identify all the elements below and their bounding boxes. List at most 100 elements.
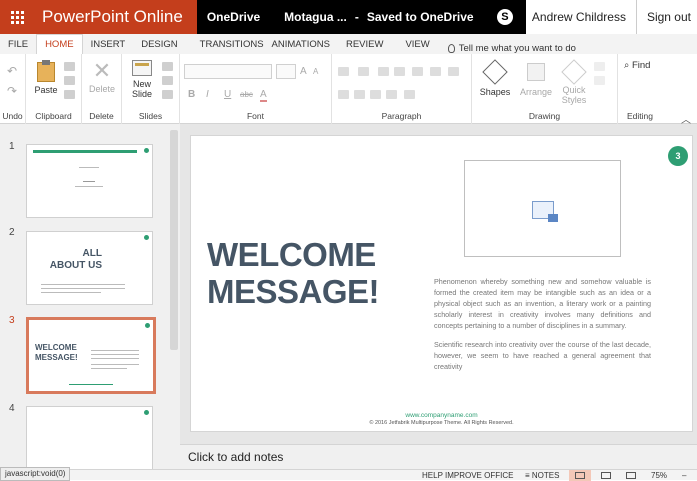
thumbnail-text-line [91, 358, 139, 359]
align-right-icon[interactable] [370, 90, 381, 99]
tell-me-text: Tell me what you want to do [458, 43, 576, 54]
align-center-icon[interactable] [354, 90, 365, 99]
align-left-icon[interactable] [338, 90, 349, 99]
font-color-button[interactable]: A [260, 89, 267, 102]
text-direction-icon[interactable] [412, 67, 423, 76]
paste-label: Paste [34, 85, 58, 95]
grow-font-icon[interactable]: A [300, 66, 307, 77]
sign-out-link[interactable]: Sign out [637, 10, 697, 24]
new-slide-button[interactable]: New Slide [126, 60, 158, 99]
justify-icon[interactable] [386, 90, 397, 99]
cut-icon[interactable] [64, 62, 75, 71]
font-size-dropdown[interactable] [276, 64, 296, 79]
undo-group-label: Undo [2, 111, 23, 121]
slide-thumbnail-4[interactable] [26, 406, 153, 469]
slide-thumbnail-1[interactable] [26, 144, 153, 218]
font-name-dropdown[interactable] [184, 64, 272, 79]
hide-slide-icon[interactable] [162, 90, 173, 99]
notes-icon: ≡ [525, 471, 530, 480]
tab-design[interactable]: DESIGN [133, 34, 185, 54]
bold-button[interactable]: B [188, 89, 195, 100]
decrease-indent-icon[interactable] [378, 67, 389, 76]
app-name[interactable]: PowerPoint Online [34, 0, 197, 34]
user-name[interactable]: Andrew Childress [526, 0, 637, 34]
slide-title[interactable]: WELCOME MESSAGE! [207, 236, 407, 310]
thumbnail-badge [144, 410, 149, 415]
thumbnail-number: 2 [9, 227, 15, 238]
breadcrumb-onedrive[interactable]: OneDrive [197, 10, 260, 24]
italic-button[interactable]: I [206, 89, 209, 100]
align-text-icon[interactable] [430, 67, 441, 76]
paste-button[interactable]: Paste [32, 60, 60, 95]
thumbnail-number: 4 [9, 403, 15, 414]
duplicate-slide-icon[interactable] [162, 76, 173, 85]
shrink-font-icon[interactable]: A [313, 67, 318, 76]
thumbnail-title: WELCOME MESSAGE! [35, 343, 78, 362]
normal-view-button[interactable] [569, 470, 591, 481]
shape-outline-icon[interactable] [594, 76, 605, 85]
tab-home[interactable]: HOME [36, 34, 83, 54]
quick-styles-label-2: Styles [561, 95, 587, 105]
shapes-icon [482, 59, 508, 85]
tab-view[interactable]: VIEW [391, 34, 437, 54]
bullets-icon[interactable] [338, 67, 349, 76]
redo-icon[interactable]: ↷ [7, 84, 17, 98]
tab-animations[interactable]: ANIMATIONS [272, 34, 338, 54]
skype-icon: S [496, 9, 513, 25]
tell-me-search[interactable]: Tell me what you want to do [438, 43, 576, 54]
tab-review[interactable]: REVIEW [338, 34, 391, 54]
zoom-level[interactable]: 75% [651, 471, 667, 480]
editing-group-label: Editing [627, 111, 653, 121]
scrollbar-thumb[interactable] [170, 130, 178, 350]
notes-pane[interactable]: Click to add notes [180, 444, 697, 469]
tab-insert[interactable]: INSERT [83, 34, 134, 54]
increase-indent-icon[interactable] [394, 67, 405, 76]
skype-button[interactable]: S [484, 0, 526, 34]
editing-group: ⌕ Find Editing [618, 54, 662, 124]
thumbnail-accent-bar [33, 150, 137, 153]
reading-view-button[interactable] [595, 470, 617, 481]
arrange-button[interactable]: Arrange [516, 60, 556, 97]
underline-button[interactable]: U [224, 89, 231, 100]
zoom-out-icon[interactable]: – [682, 471, 686, 480]
columns-icon[interactable] [448, 67, 459, 76]
line-spacing-icon[interactable] [404, 90, 415, 99]
tab-transitions[interactable]: TRANSITIONS [186, 34, 272, 54]
thumbnail-badge [144, 235, 149, 240]
help-improve-office-link[interactable]: HELP IMPROVE OFFICE [422, 471, 513, 480]
thumbnail-text-line [91, 368, 127, 369]
new-slide-icon [132, 60, 152, 76]
copy-icon[interactable] [64, 76, 75, 85]
paragraph-group: Paragraph [332, 54, 472, 124]
thumbnail-number: 3 [9, 315, 15, 326]
shapes-button[interactable]: Shapes [476, 59, 514, 97]
slide-thumbnail-2[interactable]: ALL ABOUT US [26, 231, 153, 305]
strikethrough-button[interactable]: abc [240, 90, 253, 99]
shape-fill-icon[interactable] [594, 62, 605, 71]
quick-styles-button[interactable]: Quick Styles [556, 59, 592, 105]
layout-icon[interactable] [162, 62, 173, 71]
file-name[interactable]: Motagua ... [260, 10, 347, 24]
thumbnail-text-line [79, 167, 99, 168]
thumbnail-text-line [75, 186, 103, 187]
numbering-icon[interactable] [358, 67, 369, 76]
thumbnail-text-line [41, 292, 101, 293]
slide-show-button[interactable] [620, 470, 642, 481]
current-slide[interactable]: 3 WELCOME MESSAGE! Phenomenon whereby so… [190, 135, 693, 432]
tab-file[interactable]: FILE [0, 34, 36, 54]
undo-icon[interactable]: ↶ [7, 64, 17, 78]
thumbnail-badge [144, 148, 149, 153]
slide-body-text[interactable]: Phenomenon whereby something new and som… [434, 276, 651, 372]
delete-button[interactable]: ✕ Delete [86, 60, 118, 95]
insert-picture-icon[interactable] [532, 201, 558, 222]
format-painter-icon[interactable] [64, 90, 75, 99]
find-button[interactable]: ⌕ Find [624, 60, 650, 71]
thumbnail-scrollbar[interactable] [168, 124, 180, 469]
slide-thumbnail-3[interactable]: WELCOME MESSAGE! [26, 317, 156, 394]
clipboard-group: Paste Clipboard [26, 54, 82, 124]
picture-placeholder[interactable] [464, 160, 621, 257]
search-icon: ⌕ [624, 60, 630, 71]
notes-toggle[interactable]: ≡ NOTES [525, 471, 559, 480]
app-launcher-button[interactable] [0, 0, 34, 34]
paragraph-group-label: Paragraph [381, 111, 422, 121]
